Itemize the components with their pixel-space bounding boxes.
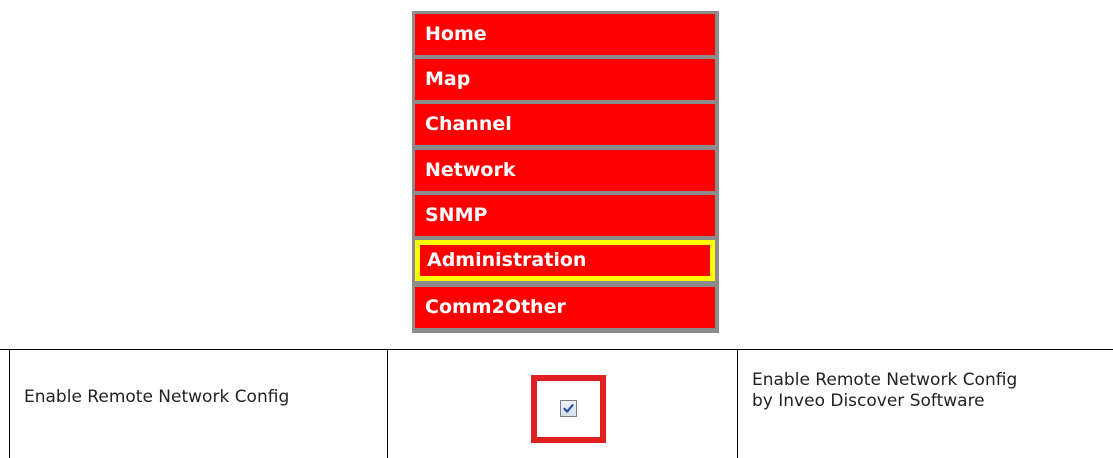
setting-label: Enable Remote Network Config — [24, 387, 290, 407]
menu-item-comm2other[interactable]: Comm2Other — [415, 287, 715, 328]
enable-remote-config-checkbox[interactable] — [560, 400, 577, 417]
setting-description: Enable Remote Network Config by Inveo Di… — [752, 370, 1018, 411]
checkmark-icon — [563, 404, 574, 413]
column-divider — [9, 350, 10, 458]
main-menu: Home Map Channel Network SNMP Administra… — [412, 11, 719, 333]
menu-item-map[interactable]: Map — [415, 59, 715, 100]
menu-item-home[interactable]: Home — [415, 14, 715, 55]
column-divider — [737, 350, 738, 458]
menu-item-channel[interactable]: Channel — [415, 104, 715, 145]
menu-item-snmp[interactable]: SNMP — [415, 195, 715, 236]
settings-row: Enable Remote Network Config Enable Remo… — [0, 349, 1113, 458]
column-divider — [387, 350, 388, 458]
menu-item-administration[interactable]: Administration — [415, 240, 715, 281]
checkbox-highlight-frame — [531, 375, 606, 443]
menu-item-network[interactable]: Network — [415, 150, 715, 191]
